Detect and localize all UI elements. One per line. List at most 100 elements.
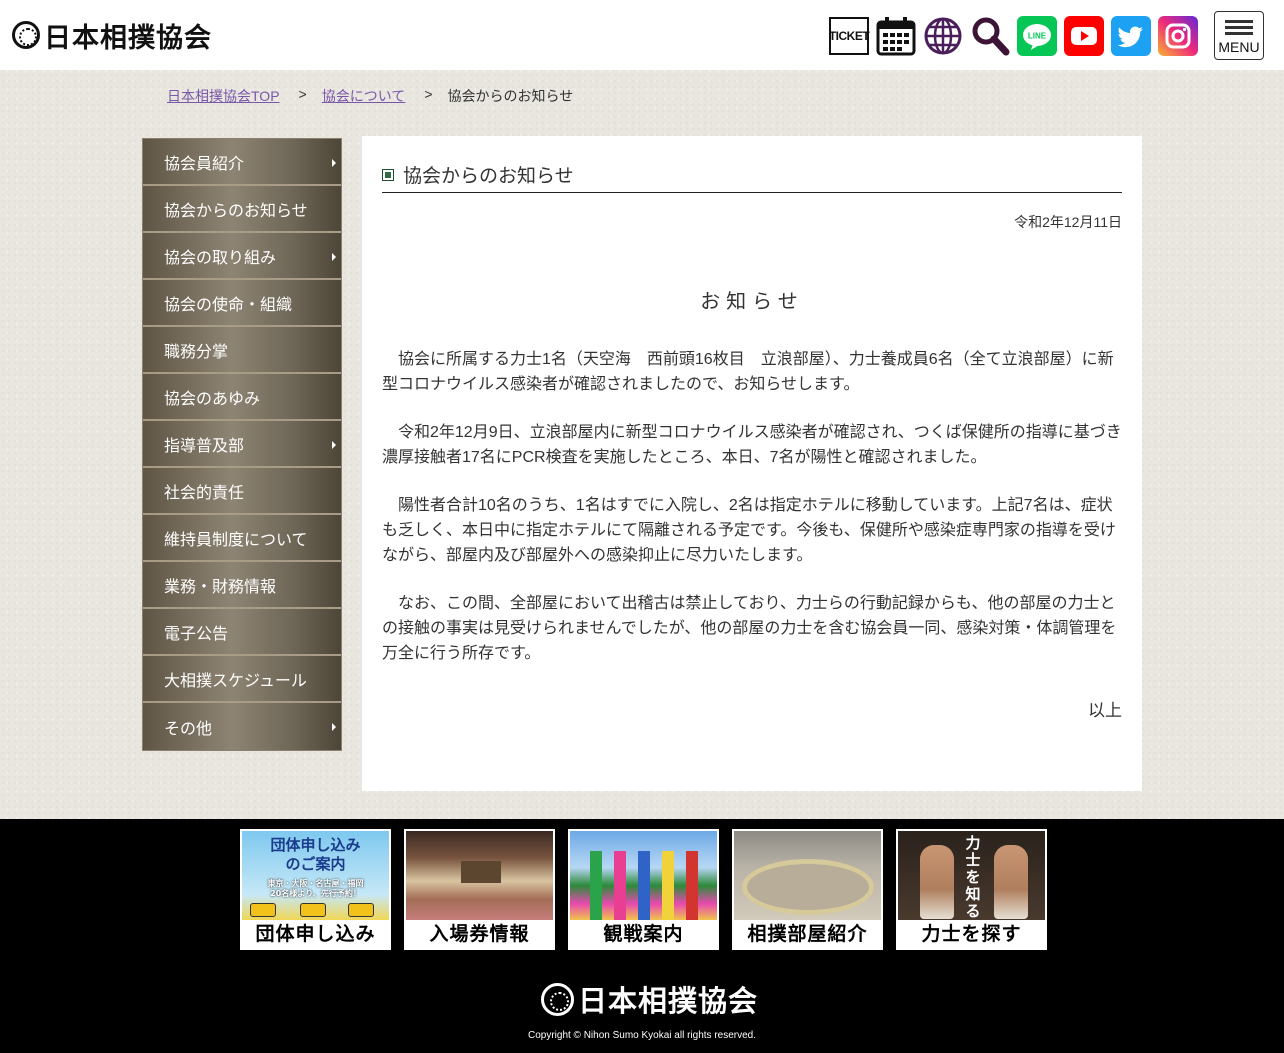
- sidebar-item-label: 協会からのお知らせ: [164, 202, 308, 220]
- logo-text: 日本相撲協会: [44, 22, 212, 54]
- copyright: Copyright © Nihon Sumo Kyokai all rights…: [527, 1030, 757, 1041]
- page-title-bar: 協会からのお知らせ: [382, 161, 1122, 193]
- sidebar-item-label: 協会員紹介: [164, 155, 245, 173]
- sidebar-item-label: 業務・財務情報: [164, 578, 277, 596]
- notice-paragraph: 協会に所属する力士1名（天空海 西前頭16枚目 立浪部屋）、力士養成員6名（全て…: [382, 351, 1114, 393]
- banner-promo-title: 団体申し込み のご案内: [270, 836, 361, 873]
- sidebar-item-announcements[interactable]: 協会からのお知らせ: [143, 186, 341, 233]
- chevron-right-icon: [332, 159, 336, 167]
- sidebar-item-label: 社会的責任: [164, 484, 245, 502]
- banner-image: 団体申し込み のご案内 東京・大阪・名古屋・福岡 20名様より、先行予約！: [242, 831, 389, 922]
- banner-caption: 観戦案内: [570, 920, 717, 948]
- ticket-icon[interactable]: TICKET: [828, 17, 870, 55]
- sidebar-item-label: 職務分掌: [164, 343, 229, 361]
- sidebar-item-label: 指導普及部: [164, 437, 245, 455]
- notice-heading: お知らせ: [700, 291, 804, 313]
- sidebar-item-label: 大相撲スケジュール: [164, 672, 307, 690]
- svg-text:LINE: LINE: [1028, 32, 1047, 41]
- chevron-right-icon: [332, 723, 336, 731]
- sidebar-nav: 協会員紹介 協会からのお知らせ 協会の取り組み 協会の使命・組織 職務分掌 協会…: [142, 138, 342, 751]
- crest-icon: [541, 982, 574, 1016]
- sidebar-item-duties[interactable]: 職務分掌: [143, 327, 341, 374]
- nobori-flag-image: [638, 851, 650, 921]
- notice-paragraph: 令和2年12月9日、立浪部屋内に新型コロナウイルス感染者が確認され、つくば保健所…: [382, 424, 1122, 466]
- breadcrumb-separator: >: [298, 86, 307, 102]
- search-icon[interactable]: [970, 16, 1010, 56]
- banner-image: [406, 831, 553, 922]
- banner-group-booking[interactable]: 団体申し込み のご案内 東京・大阪・名古屋・福岡 20名様より、先行予約！ 団体…: [240, 829, 391, 950]
- sidebar-item-label: 協会の取り組み: [164, 249, 277, 267]
- banner-find-rikishi[interactable]: 力士を知る 力士を探す: [896, 829, 1047, 950]
- breadcrumb-home-link[interactable]: 日本相撲協会TOP: [167, 86, 280, 106]
- footer-logo[interactable]: 日本相撲協会: [541, 978, 758, 1020]
- notice-paragraph: 陽性者合計10名のうち、1名はすでに入院し、2名は指定ホテルに移動しています。上…: [382, 497, 1116, 564]
- site-header: 日本相撲協会 TICKET LINE MENU: [0, 0, 1284, 70]
- header-icons: TICKET LINE: [829, 16, 1198, 56]
- banner-watching-guide[interactable]: 観戦案内: [568, 829, 719, 950]
- menu-button[interactable]: MENU: [1214, 11, 1264, 60]
- notice-closing: 以上: [1088, 701, 1122, 720]
- breadcrumb-current: 協会からのお知らせ: [447, 88, 574, 104]
- sidebar-item-supporters[interactable]: 維持員制度について: [143, 515, 341, 562]
- banner-caption: 力士を探す: [898, 920, 1045, 948]
- crest-icon: [12, 21, 40, 49]
- bus-icon: [250, 903, 276, 917]
- banner-image: 力士を知る: [898, 831, 1045, 922]
- page-title: 協会からのお知らせ: [403, 166, 574, 187]
- sidebar-item-label: 協会の使命・組織: [164, 296, 293, 314]
- breadcrumb-separator: >: [424, 86, 433, 102]
- banner-image: [734, 831, 881, 922]
- rikishi-image: [920, 845, 954, 919]
- sidebar-item-social-responsibility[interactable]: 社会的責任: [143, 468, 341, 515]
- notice-date: 令和2年12月11日: [1014, 214, 1122, 230]
- banner-tickets[interactable]: 入場券情報: [404, 829, 555, 950]
- nobori-flag-image: [662, 851, 674, 921]
- bus-icon: [348, 903, 374, 917]
- sidebar-item-schedule[interactable]: 大相撲スケジュール: [143, 656, 341, 703]
- sidebar-item-members[interactable]: 協会員紹介: [143, 139, 341, 186]
- instagram-icon[interactable]: [1158, 16, 1198, 56]
- ticket-label: TICKET: [828, 29, 870, 43]
- sidebar-item-guidance[interactable]: 指導普及部: [143, 421, 341, 468]
- sidebar-item-label: 協会のあゆみ: [164, 390, 261, 408]
- sidebar-item-label: その他: [164, 720, 213, 738]
- breadcrumb-about-link[interactable]: 協会について: [322, 86, 406, 106]
- main-content: 協会からのお知らせ 令和2年12月11日 お知らせ 協会に所属する力士1名（天空…: [362, 136, 1142, 791]
- menu-label: MENU: [1218, 38, 1260, 55]
- banner-caption: 団体申し込み: [242, 920, 389, 948]
- nobori-flag-image: [590, 851, 602, 921]
- hamburger-icon: [1225, 17, 1253, 38]
- youtube-icon[interactable]: [1064, 16, 1104, 56]
- banner-promo-subtitle: 東京・大阪・名古屋・福岡 20名様より、先行予約！: [267, 879, 364, 898]
- nobori-flag-image: [686, 851, 698, 921]
- notice-paragraph: なお、この間、全部屋において出稽古は禁止しており、力士らの行動記録からも、他の部…: [382, 595, 1117, 662]
- sidebar-item-public-notice[interactable]: 電子公告: [143, 609, 341, 656]
- dohyo-image: [742, 859, 874, 915]
- arena-roof-image: [461, 861, 501, 883]
- banner-stables[interactable]: 相撲部屋紹介: [732, 829, 883, 950]
- sidebar-item-history[interactable]: 協会のあゆみ: [143, 374, 341, 421]
- line-icon[interactable]: LINE: [1017, 16, 1057, 56]
- breadcrumb: 日本相撲協会TOP > 協会について > 協会からのお知らせ: [167, 86, 573, 106]
- site-logo[interactable]: 日本相撲協会: [12, 18, 212, 54]
- globe-icon[interactable]: [923, 16, 963, 56]
- twitter-icon[interactable]: [1111, 16, 1151, 56]
- banner-caption: 相撲部屋紹介: [734, 920, 881, 948]
- rikishi-image: [994, 845, 1028, 919]
- footer-logo-text: 日本相撲協会: [578, 984, 759, 1018]
- sidebar-item-other[interactable]: その他: [143, 703, 341, 750]
- sidebar-item-initiatives[interactable]: 協会の取り組み: [143, 233, 341, 280]
- chevron-right-icon: [332, 441, 336, 449]
- sidebar-item-mission[interactable]: 協会の使命・組織: [143, 280, 341, 327]
- banner-image: [570, 831, 717, 922]
- banner-caption: 入場券情報: [406, 920, 553, 948]
- chevron-right-icon: [332, 253, 336, 261]
- site-footer: 団体申し込み のご案内 東京・大阪・名古屋・福岡 20名様より、先行予約！ 団体…: [0, 819, 1284, 1053]
- square-bullet-icon: [382, 168, 394, 181]
- sidebar-item-finance[interactable]: 業務・財務情報: [143, 562, 341, 609]
- sidebar-item-label: 維持員制度について: [164, 531, 308, 549]
- footer-banners: 団体申し込み のご案内 東京・大阪・名古屋・福岡 20名様より、先行予約！ 団体…: [240, 829, 1047, 950]
- calendar-icon[interactable]: [876, 16, 916, 56]
- nobori-flag-image: [614, 851, 626, 921]
- sidebar-item-label: 電子公告: [164, 625, 229, 643]
